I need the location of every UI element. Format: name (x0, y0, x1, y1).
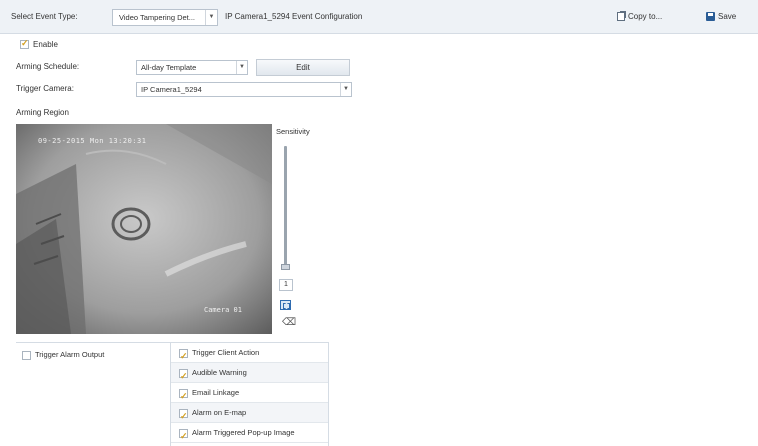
sensitivity-slider-track[interactable] (284, 146, 287, 268)
save-icon (706, 12, 715, 22)
list-item-label: Trigger Client Action (192, 348, 260, 357)
list-item-label: Audible Warning (192, 368, 247, 377)
trigger-alarm-output-checkbox[interactable] (22, 350, 31, 360)
alarm-on-emap-checkbox[interactable] (179, 407, 188, 426)
arming-schedule-value: All-day Template (141, 63, 197, 72)
trigger-client-action-checkbox[interactable] (179, 347, 188, 366)
linkage-action-alarm-on-emap[interactable]: Alarm on E-map (171, 403, 328, 426)
linkage-action-email-linkage[interactable]: Email Linkage (171, 383, 328, 406)
arming-region-label: Arming Region (16, 108, 69, 117)
copy-to-label: Copy to... (628, 12, 663, 21)
draw-area-icon[interactable] (280, 300, 291, 310)
arming-schedule-select[interactable]: All-day Template ▼ (136, 60, 248, 75)
select-event-type-label: Select Event Type: (11, 12, 78, 21)
linkage-actions-list: Trigger Client Action Audible Warning Em… (170, 343, 329, 446)
sensitivity-slider-handle[interactable] (281, 264, 290, 270)
trigger-alarm-output-label: Trigger Alarm Output (35, 350, 105, 359)
enable-label: Enable (33, 40, 58, 49)
video-preview[interactable]: 09-25-2015 Mon 13:20:31 Camera 01 (16, 124, 272, 334)
audible-warning-checkbox[interactable] (179, 367, 188, 386)
enable-checkbox[interactable] (20, 38, 29, 50)
event-type-select[interactable]: Video Tampering Det... ▼ (112, 9, 218, 26)
list-item-label: Alarm Triggered Pop-up Image (192, 428, 295, 437)
chevron-down-icon[interactable]: ▼ (205, 10, 217, 25)
top-toolbar: Select Event Type: Video Tampering Det..… (0, 0, 758, 34)
list-item-label: Alarm on E-map (192, 408, 247, 417)
chevron-down-icon[interactable]: ▼ (340, 83, 351, 96)
osd-camera-name: Camera 01 (204, 306, 242, 314)
linkage-action-trigger-client-action[interactable]: Trigger Client Action (171, 343, 328, 366)
trigger-camera-select[interactable]: IP Camera1_5294 ▼ (136, 82, 352, 97)
copy-to-button[interactable]: Copy to... (617, 12, 662, 29)
email-linkage-checkbox[interactable] (179, 387, 188, 406)
linkage-action-audible-warning[interactable]: Audible Warning (171, 363, 328, 386)
enable-row[interactable]: Enable (20, 38, 58, 50)
edit-schedule-button[interactable]: Edit (256, 59, 350, 76)
save-label: Save (718, 12, 737, 21)
popup-image-checkbox[interactable] (179, 427, 188, 446)
trigger-camera-label: Trigger Camera: (16, 84, 74, 93)
linkage-panel: Trigger Alarm Output Trigger Client Acti… (16, 342, 329, 446)
sensitivity-label: Sensitivity (276, 127, 310, 136)
chevron-down-icon[interactable]: ▼ (236, 61, 247, 74)
copy-icon (617, 12, 625, 22)
event-type-value: Video Tampering Det... (119, 13, 196, 22)
save-button[interactable]: Save (706, 12, 736, 29)
arming-schedule-label: Arming Schedule: (16, 62, 80, 71)
clear-area-icon[interactable]: ⌫ (282, 318, 296, 328)
list-item-label: Email Linkage (192, 388, 240, 397)
camera-frame-image (16, 124, 272, 334)
osd-timestamp: 09-25-2015 Mon 13:20:31 (38, 137, 147, 145)
sensitivity-value-field[interactable]: 1 (279, 279, 293, 291)
trigger-camera-value: IP Camera1_5294 (141, 85, 202, 94)
linkage-action-popup-image[interactable]: Alarm Triggered Pop-up Image (171, 423, 328, 446)
config-title: IP Camera1_5294 Event Configuration (225, 12, 363, 21)
trigger-alarm-output-row[interactable]: Trigger Alarm Output (22, 350, 104, 360)
alarm-output-panel: Trigger Alarm Output (16, 343, 170, 445)
